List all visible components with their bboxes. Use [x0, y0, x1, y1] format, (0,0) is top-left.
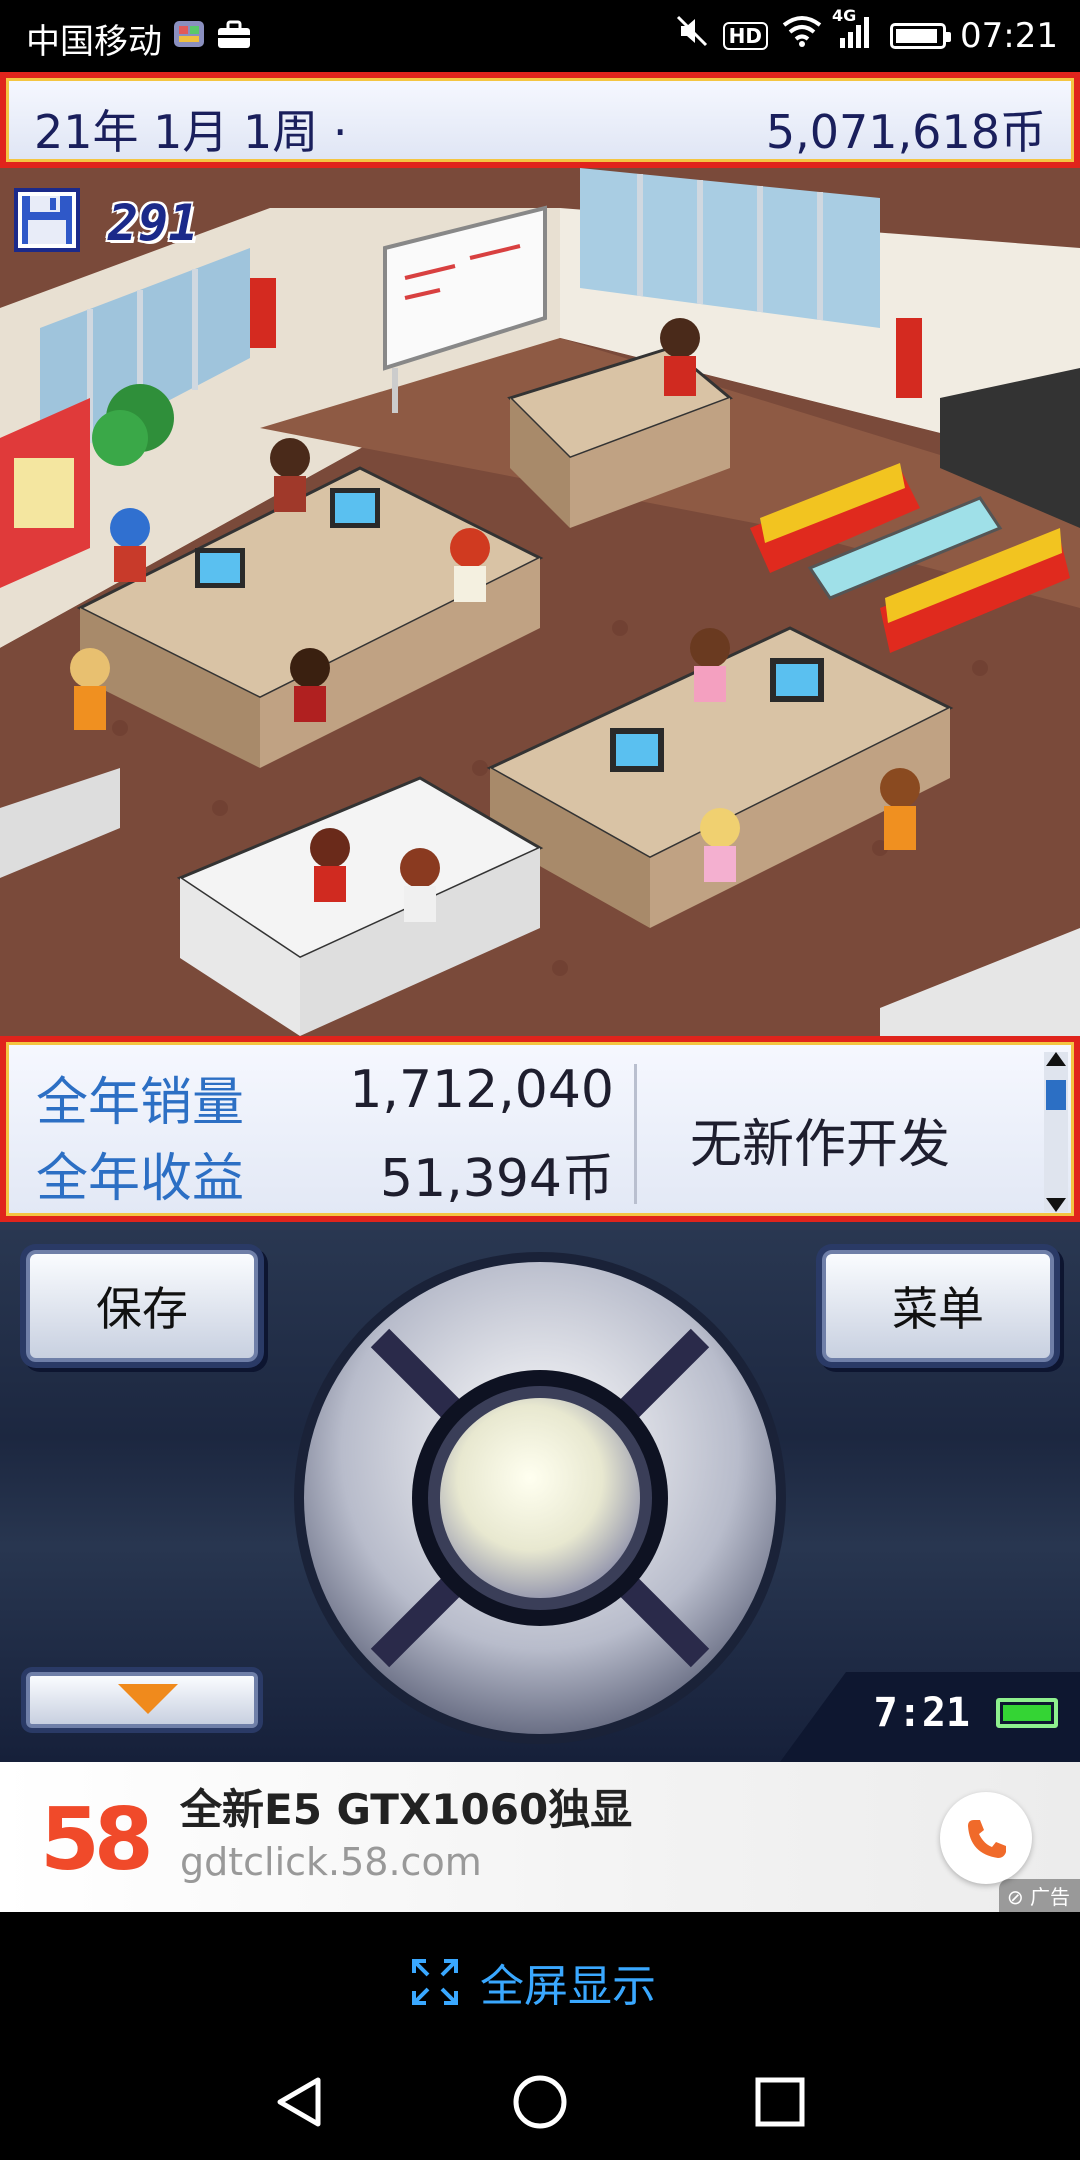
annual-income-label: 全年收益: [36, 1149, 245, 1209]
office-illustration: [0, 168, 1080, 1036]
fullscreen-label: 全屏显示: [480, 1961, 656, 2012]
expand-icon: [412, 1959, 458, 2005]
game-date: 21年 1月 1周 ·: [34, 105, 348, 159]
scroll-up-arrow-icon[interactable]: [1046, 1052, 1066, 1066]
battery-icon: [890, 22, 952, 49]
stats-panel: 全年销量 1,712,040 全年收益 51,394币 无新作开发: [0, 1036, 1080, 1222]
status-left: 中国移动: [26, 14, 252, 63]
annual-sales-value: 1,712,040: [349, 1060, 614, 1120]
fullscreen-bar: 全屏显示: [0, 1912, 1080, 2042]
nav-recents-button[interactable]: [740, 2062, 820, 2142]
briefcase-icon: [216, 19, 252, 59]
game-top-bar: 21年 1月 1周 · 5,071,618币: [0, 72, 1080, 168]
status-time: 07:21: [960, 15, 1058, 56]
scroll-thumb[interactable]: [1046, 1080, 1066, 1110]
save-disk-icon: [14, 188, 80, 252]
game-clock-badge: 7:21: [780, 1672, 1080, 1762]
mute-icon: [675, 14, 709, 57]
scroll-down-arrow-icon[interactable]: [1046, 1198, 1066, 1212]
carrier-name: 中国移动: [26, 22, 162, 62]
hd-badge: HD: [722, 21, 769, 50]
ad-logo: 58: [40, 1790, 154, 1890]
app-notification-icon: [172, 17, 206, 60]
call-button[interactable]: [940, 1792, 1032, 1884]
phone-icon: [968, 1820, 1006, 1858]
status-right: HD 4G 07:21: [675, 6, 1058, 57]
ad-title[interactable]: 全新E5 GTX1060独显: [180, 1776, 632, 1837]
controller-panel: 保存 菜单 7:21: [0, 1222, 1080, 1762]
down-arrow-icon: [118, 1684, 178, 1714]
recents-square-icon: [755, 2077, 805, 2127]
nav-back-button[interactable]: [260, 2062, 340, 2142]
back-triangle-icon: [277, 2077, 321, 2127]
ad-url[interactable]: gdtclick.58.com: [180, 1840, 482, 1884]
ad-tag: ⊘ 广告: [998, 1879, 1080, 1912]
system-nav-bar: [0, 2042, 1080, 2160]
home-circle-icon: [513, 2075, 567, 2129]
network-type: 4G: [832, 6, 857, 25]
stats-scrollbar[interactable]: [1044, 1052, 1068, 1212]
dpad[interactable]: [290, 1248, 790, 1748]
office-scene[interactable]: 291: [0, 168, 1080, 1036]
save-count: 291: [108, 194, 199, 252]
collapse-button[interactable]: [26, 1672, 258, 1728]
fullscreen-button[interactable]: 全屏显示: [412, 1950, 656, 2014]
nav-home-button[interactable]: [500, 2062, 580, 2142]
dev-status: 无新作开发: [690, 1115, 951, 1175]
save-button[interactable]: 保存: [26, 1250, 258, 1362]
game-clock: 7:21: [873, 1690, 970, 1736]
ad-tag-label: 广告: [1030, 1885, 1070, 1909]
status-bar: 中国移动 HD 4G 07:21: [0, 0, 1080, 72]
menu-button[interactable]: 菜单: [822, 1250, 1054, 1362]
game-money: 5,071,618币: [765, 105, 1046, 159]
stats-divider: [634, 1064, 637, 1204]
ad-banner[interactable]: 58 全新E5 GTX1060独显 gdtclick.58.com ⊘ 广告: [0, 1762, 1080, 1912]
annual-sales-label: 全年销量: [36, 1073, 245, 1133]
game-battery-icon: [996, 1698, 1058, 1728]
ad-logo-text: 58: [40, 1790, 154, 1890]
wifi-icon: [782, 15, 822, 56]
signal-icon: 4G: [832, 6, 876, 57]
annual-income-value: 51,394币: [380, 1149, 614, 1209]
